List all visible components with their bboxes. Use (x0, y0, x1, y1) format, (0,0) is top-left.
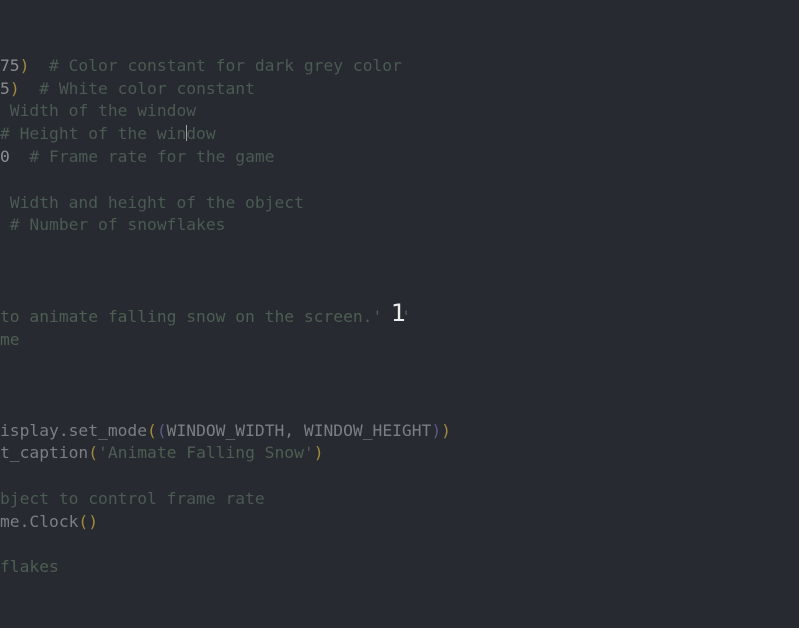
code-line: 5) # White color constant (0, 79, 255, 99)
paren: ) (313, 443, 324, 462)
comment: dow (186, 124, 216, 143)
code-editor[interactable]: 75) # Color constant for dark grey color… (0, 0, 799, 628)
code-text: flakes (0, 557, 59, 576)
code-text: me (0, 330, 20, 349)
number-literal: 75 (0, 56, 20, 75)
comment: Width of the window (0, 101, 197, 120)
overlay-marker: 1 (391, 299, 407, 327)
paren: ( (78, 512, 89, 531)
comment: # Number of snowflakes (0, 215, 226, 234)
code-text: me.Clock (0, 512, 79, 531)
number-literal: 0 (0, 147, 10, 166)
code-line: 75) # Color constant for dark grey color (0, 56, 402, 76)
paren: ) (9, 79, 20, 98)
code-line: # Height of the window (0, 124, 216, 144)
paren: ) (88, 512, 99, 531)
code-line: isplay.set_mode((WINDOW_WIDTH, WINDOW_HE… (0, 421, 451, 441)
code-line: to animate falling snow on the screen.' ' (0, 307, 411, 327)
comment: # Height of the win (0, 124, 187, 143)
code-line: me (0, 330, 20, 350)
code-line: flakes (0, 557, 59, 577)
comment: bject to control frame rate (0, 489, 265, 508)
comment: # Color constant for dark grey color (29, 56, 402, 75)
comment: Width and height of the object (0, 193, 304, 212)
paren: ) (441, 421, 451, 440)
paren: ( (147, 421, 157, 440)
code-line: Width and height of the object (0, 193, 304, 213)
code-args: WINDOW_WIDTH, WINDOW_HEIGHT (166, 421, 432, 440)
string-literal: to animate falling snow on the screen.' (0, 307, 383, 326)
comment: # White color constant (19, 79, 255, 98)
code-text: isplay.set_mode (0, 421, 148, 440)
code-line: t_caption('Animate Falling Snow') (0, 443, 324, 463)
code-line: # Number of snowflakes (0, 215, 226, 235)
comment: # Frame rate for the game (9, 147, 275, 166)
code-line: me.Clock() (0, 512, 98, 532)
paren: ) (19, 56, 30, 75)
paren: ( (88, 443, 99, 462)
paren: ) (431, 421, 442, 440)
code-text: t_caption (0, 443, 89, 462)
paren: ( (156, 421, 167, 440)
code-line: 0 # Frame rate for the game (0, 147, 274, 167)
code-line: bject to control frame rate (0, 489, 265, 509)
code-line: Width of the window (0, 101, 196, 121)
number-literal: 5 (0, 79, 10, 98)
string-literal: 'Animate Falling Snow' (98, 443, 314, 462)
